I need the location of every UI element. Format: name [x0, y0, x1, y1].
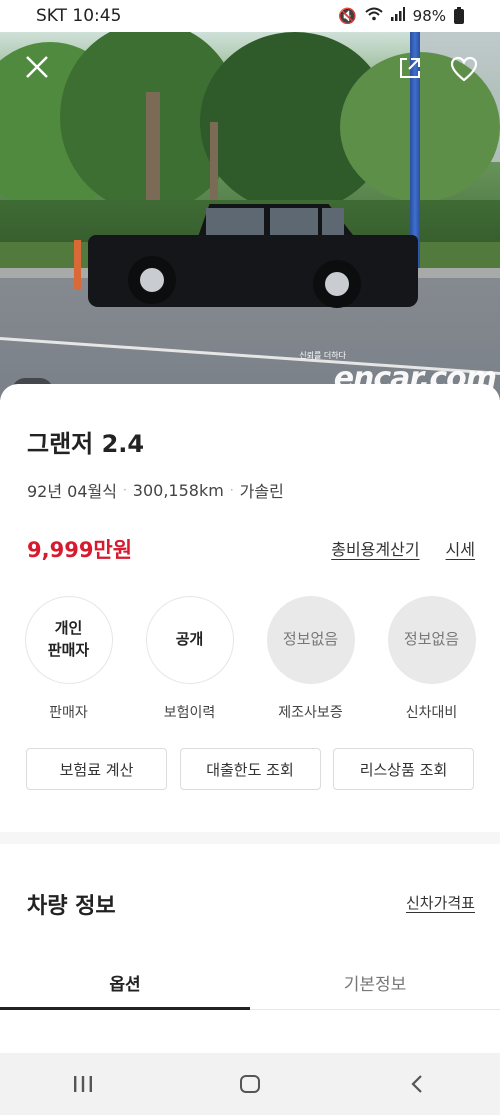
- car-window: [206, 208, 264, 238]
- clock: 10:45: [72, 6, 122, 26]
- car-wheel: [313, 260, 361, 308]
- car-window: [270, 208, 318, 238]
- car-fuel: 가솔린: [239, 482, 284, 501]
- badge-value-line1: 정보없음: [282, 630, 339, 649]
- vehicle-info-title: 차량 정보: [27, 894, 116, 919]
- tab-options[interactable]: 옵션: [0, 956, 250, 1010]
- mute-icon: 🔇: [337, 7, 357, 25]
- watermark-tag: 신뢰를 더하다: [299, 351, 346, 360]
- status-bar: SKT 10:45 🔇 98%: [0, 0, 500, 32]
- badge-insurance-history[interactable]: 공개 보험이력: [132, 596, 248, 722]
- status-right: 🔇 98%: [337, 6, 464, 25]
- badge-circle: 개인 판매자: [24, 596, 113, 684]
- car-window: [322, 208, 344, 238]
- wifi-icon: [364, 7, 383, 25]
- share-icon[interactable]: [398, 56, 422, 86]
- badge-label: 보험이력: [163, 705, 216, 721]
- photo-cone: [74, 240, 81, 290]
- car-mileage: 300,158km: [132, 480, 224, 500]
- meta-separator: ·: [229, 483, 234, 497]
- badge-seller[interactable]: 개인 판매자 판매자: [11, 596, 127, 722]
- badge-value-line2: 판매자: [47, 641, 90, 659]
- badge-value-line1: 공개: [175, 630, 204, 649]
- loan-limit-button[interactable]: 대출한도 조회: [179, 748, 321, 790]
- new-car-price-list-link[interactable]: 신차가격표: [406, 892, 475, 913]
- action-buttons: 보험료 계산 대출한도 조회 리스상품 조회: [26, 748, 474, 790]
- badge-value-line1: 개인: [54, 619, 83, 638]
- total-cost-calculator-link[interactable]: 총비용계산기: [331, 536, 419, 560]
- car-year: 92년 04월식: [27, 482, 117, 501]
- car-title: 그랜저 2.4: [27, 430, 145, 458]
- badge-circle: 공개: [145, 596, 234, 684]
- carrier: SKT: [36, 6, 68, 26]
- car-meta: 92년 04월식 · 300,158km · 가솔린: [27, 478, 284, 502]
- home-icon[interactable]: [220, 1064, 280, 1104]
- car-photo[interactable]: 1/1 신뢰를 더하다 encar.com: [0, 32, 500, 400]
- signal-icon: [390, 7, 405, 25]
- car-price: 9,999만원: [27, 538, 133, 562]
- vehicle-info-tabs: 옵션 기본정보: [0, 956, 500, 1010]
- badge-circle: 정보없음: [387, 596, 476, 684]
- heart-icon[interactable]: [450, 56, 478, 88]
- meta-separator: ·: [122, 483, 127, 497]
- car-wheel: [128, 256, 176, 304]
- badge-new-car-comparison[interactable]: 정보없음 신차대비: [374, 596, 490, 722]
- badge-label: 제조사보증: [278, 705, 343, 721]
- lease-product-button[interactable]: 리스상품 조회: [333, 748, 474, 790]
- status-left: SKT 10:45: [36, 6, 121, 26]
- badge-circle: 정보없음: [266, 596, 355, 684]
- price-links: 총비용계산기 시세: [331, 536, 475, 560]
- battery-icon: [454, 6, 464, 24]
- badge-value-line1: 정보없음: [403, 630, 460, 649]
- market-price-link[interactable]: 시세: [446, 536, 475, 560]
- close-icon[interactable]: [24, 54, 50, 86]
- system-nav-bar: [0, 1053, 500, 1115]
- info-badges: 개인 판매자 판매자 공개 보험이력 정보없음 제조사보증 정보없음 신차대비: [0, 596, 500, 722]
- badge-label: 신차대비: [405, 705, 458, 721]
- badge-label: 판매자: [49, 705, 88, 721]
- insurance-calc-button[interactable]: 보험료 계산: [26, 748, 167, 790]
- tab-basic-info[interactable]: 기본정보: [250, 956, 500, 1009]
- battery-level: 98%: [412, 7, 446, 25]
- back-icon[interactable]: [387, 1064, 447, 1104]
- section-divider: [0, 832, 500, 844]
- listing-sheet: 그랜저 2.4 92년 04월식 · 300,158km · 가솔린 9,999…: [0, 384, 500, 1115]
- recent-apps-icon[interactable]: [53, 1064, 113, 1104]
- badge-manufacturer-warranty[interactable]: 정보없음 제조사보증: [253, 596, 369, 722]
